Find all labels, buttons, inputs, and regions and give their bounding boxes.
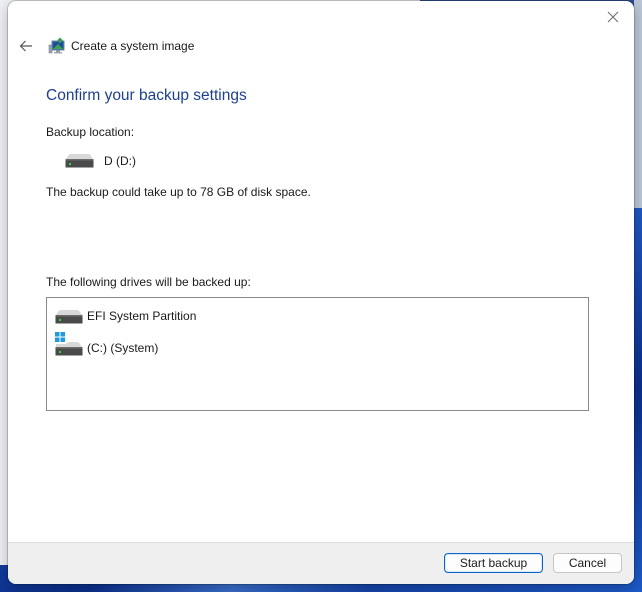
drive-name: (C:) (System) xyxy=(87,341,159,355)
dialog-footer: Start backup Cancel xyxy=(8,542,634,584)
hard-drive-icon xyxy=(65,154,94,168)
start-backup-button[interactable]: Start backup xyxy=(444,553,543,573)
close-button[interactable] xyxy=(602,7,624,27)
list-item-efi-partition[interactable]: EFI System Partition xyxy=(55,308,196,324)
backup-location: D (D:) xyxy=(65,154,136,168)
back-button[interactable] xyxy=(14,35,38,57)
backup-location-name: D (D:) xyxy=(104,154,136,168)
window-title: Create a system image xyxy=(71,39,195,53)
system-image-backup-icon xyxy=(48,37,65,54)
create-system-image-dialog: Create a system image Confirm your backu… xyxy=(8,1,634,584)
list-item-c-system[interactable]: (C:) (System) xyxy=(55,332,158,356)
windows-drive-icon xyxy=(55,332,83,356)
backup-location-label: Backup location: xyxy=(46,125,135,139)
cancel-button[interactable]: Cancel xyxy=(553,553,622,573)
hard-drive-icon xyxy=(55,310,83,324)
navigation-bar: Create a system image xyxy=(14,35,194,57)
close-icon xyxy=(607,11,619,23)
drives-list[interactable]: EFI System Partition (C:) (System) xyxy=(46,297,589,411)
background-window-right xyxy=(634,0,642,208)
windows-logo-icon xyxy=(55,332,65,342)
drive-name: EFI System Partition xyxy=(87,309,197,323)
drives-label: The following drives will be backed up: xyxy=(46,275,251,289)
arrow-left-icon xyxy=(19,40,32,52)
space-note: The backup could take up to 78 GB of dis… xyxy=(46,185,311,199)
page-heading: Confirm your backup settings xyxy=(46,87,247,104)
